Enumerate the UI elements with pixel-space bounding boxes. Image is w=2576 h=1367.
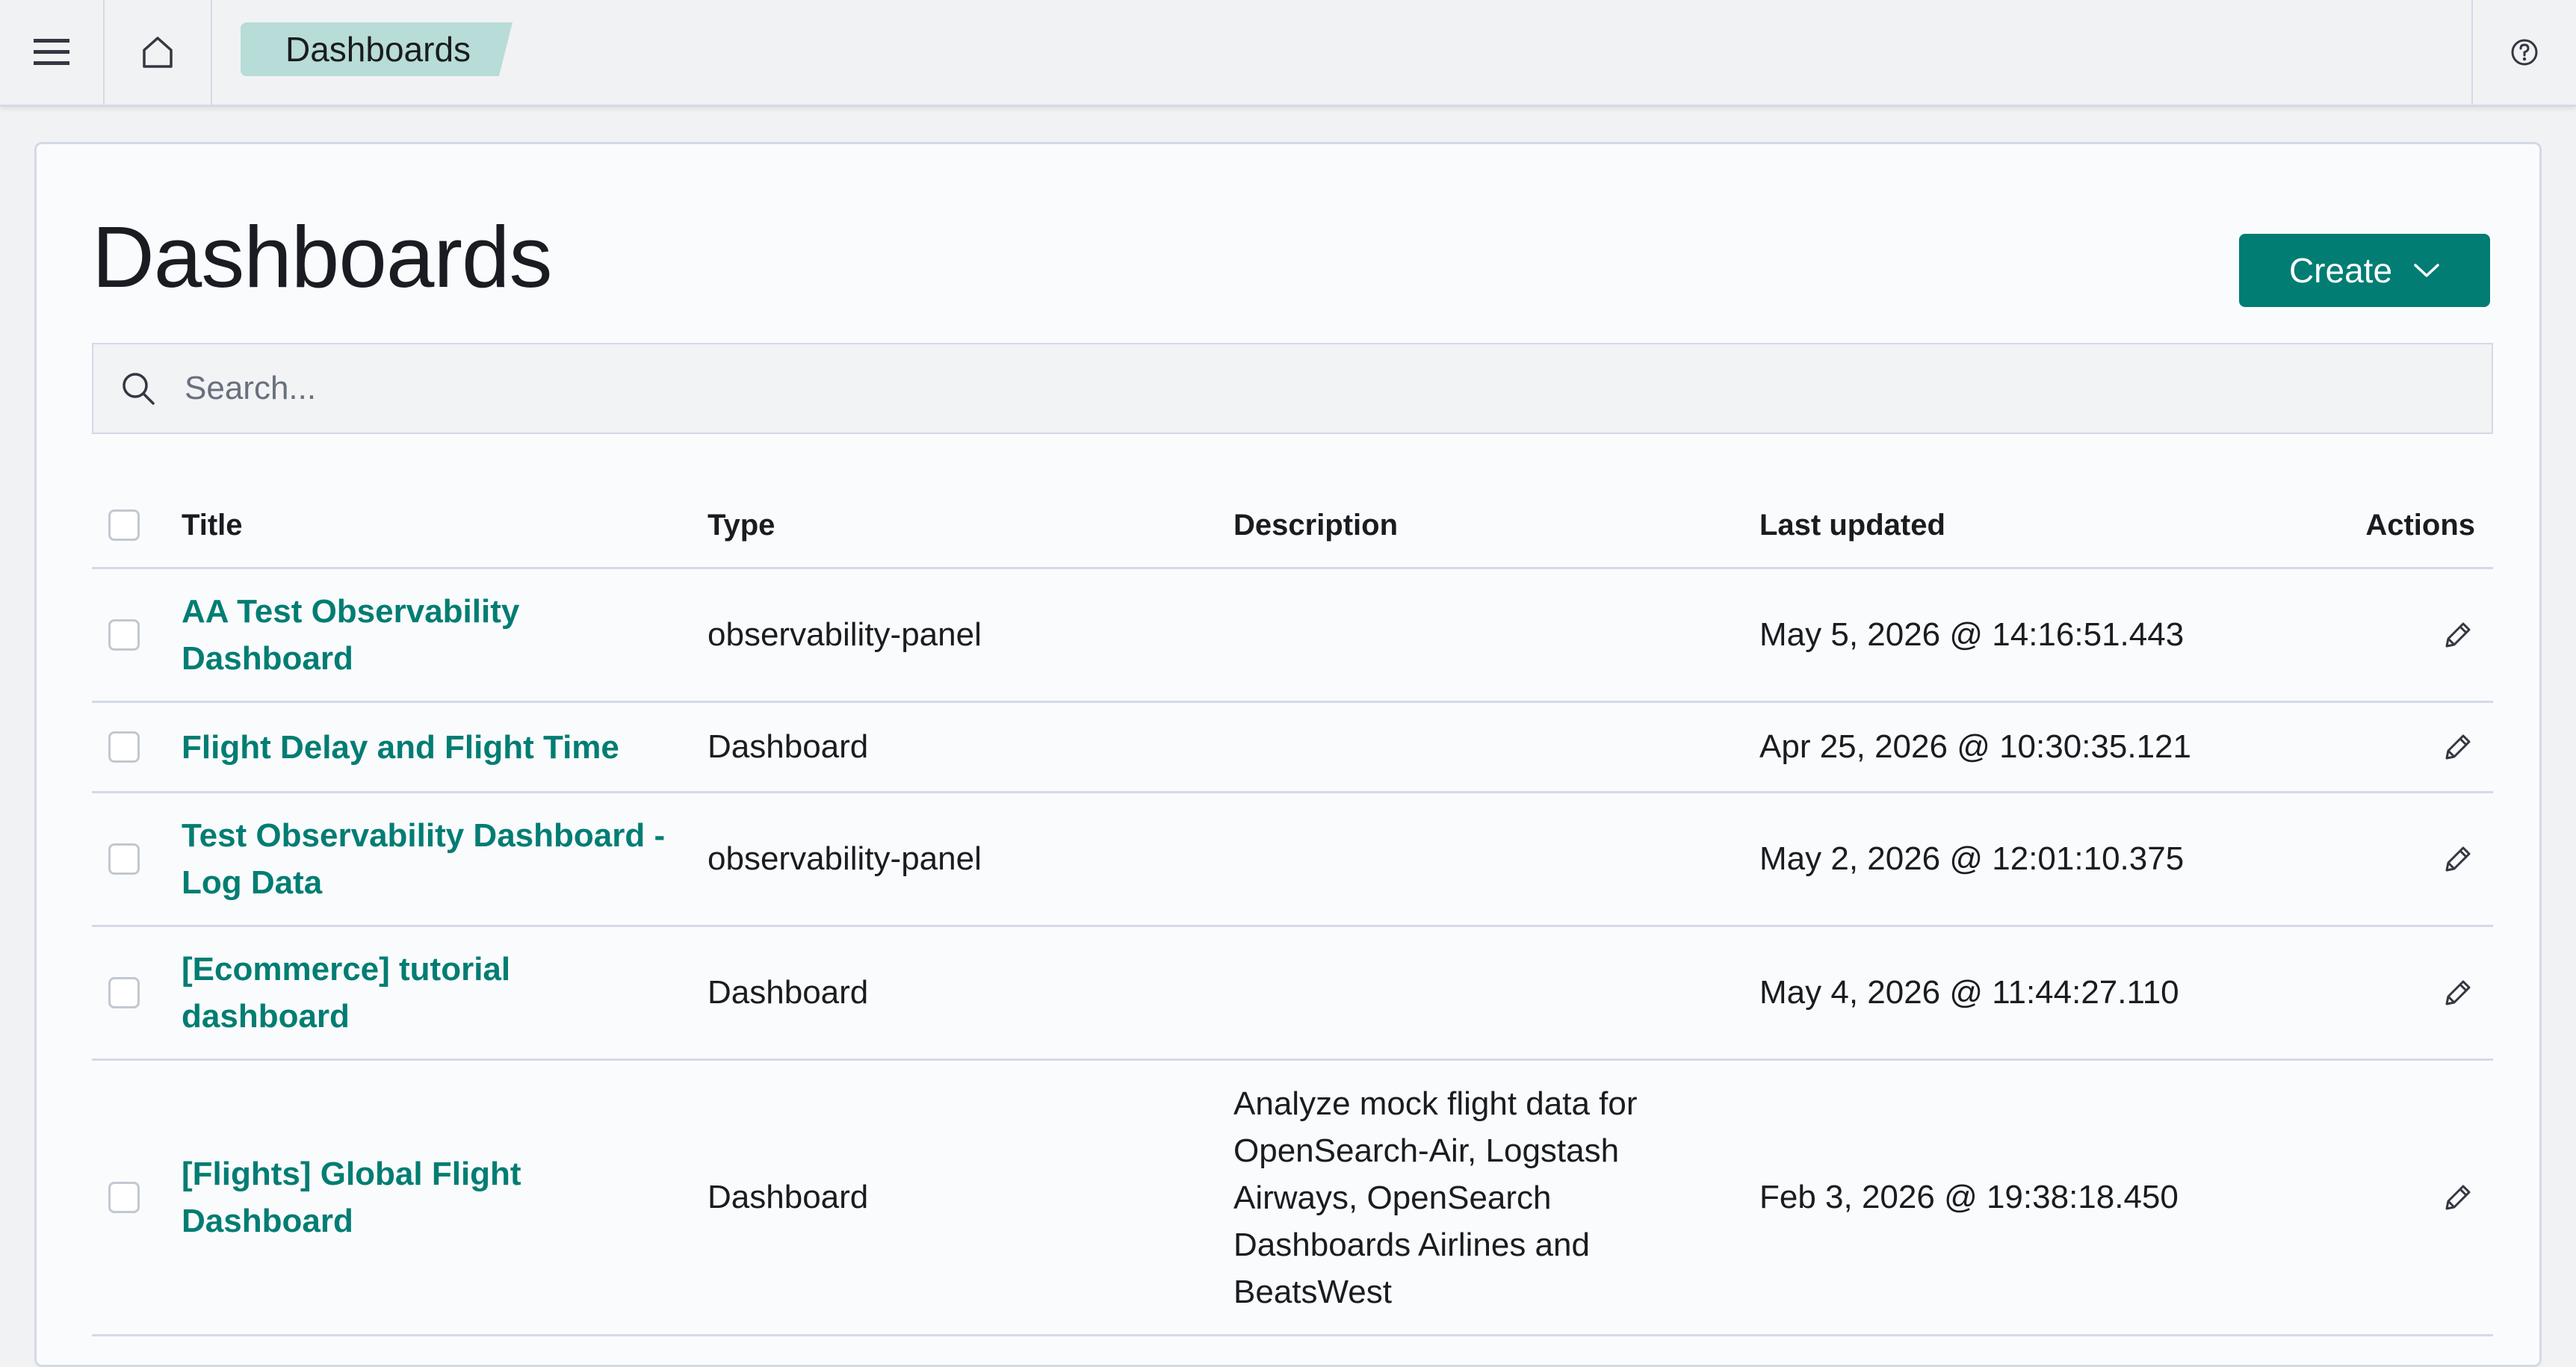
- dashboard-type: Dashboard: [708, 1179, 869, 1215]
- row-checkbox[interactable]: [108, 619, 140, 651]
- dashboard-type: observability-panel: [708, 616, 982, 653]
- row-checkbox[interactable]: [108, 977, 140, 1008]
- dashboard-title-link[interactable]: [Ecommerce] tutorial dashboard: [182, 951, 510, 1035]
- create-button[interactable]: Create: [2239, 234, 2490, 307]
- edit-icon[interactable]: [2441, 730, 2475, 764]
- dashboard-last-updated: May 5, 2026 @ 14:16:51.443: [1759, 616, 2185, 653]
- menu-icon: [34, 39, 69, 65]
- row-checkbox[interactable]: [108, 843, 140, 875]
- dashboard-title-link[interactable]: [Flights] Global Flight Dashboard: [182, 1156, 521, 1239]
- top-header: Dashboards: [0, 0, 2576, 107]
- dashboard-last-updated: Apr 25, 2026 @ 10:30:35.121: [1759, 728, 2191, 765]
- dashboard-type: observability-panel: [708, 840, 982, 877]
- help-button[interactable]: [2471, 0, 2576, 105]
- table-header: Title Type Description Last updated Acti…: [92, 483, 2493, 569]
- breadcrumb-label: Dashboards: [285, 30, 471, 69]
- page-title: Dashboards: [92, 208, 552, 306]
- dashboard-title-link[interactable]: AA Test Observability Dashboard: [182, 593, 519, 677]
- row-checkbox[interactable]: [108, 731, 140, 763]
- dashboards-table: Title Type Description Last updated Acti…: [92, 483, 2493, 1336]
- search-bar[interactable]: [92, 343, 2493, 434]
- dashboard-last-updated: Feb 3, 2026 @ 19:38:18.450: [1759, 1179, 2179, 1215]
- dashboard-description: Analyze mock flight data for OpenSearch-…: [1233, 1085, 1638, 1310]
- main-panel: Dashboards Create Title Type Description…: [34, 142, 2542, 1367]
- column-header-actions: Actions: [2365, 508, 2475, 542]
- edit-icon[interactable]: [2441, 976, 2475, 1010]
- column-header-type[interactable]: Type: [708, 509, 1233, 542]
- dashboard-type: Dashboard: [708, 974, 869, 1011]
- column-header-last-updated[interactable]: Last updated: [1759, 509, 2285, 542]
- edit-icon[interactable]: [2441, 842, 2475, 876]
- dashboard-title-link[interactable]: Test Observability Dashboard - Log Data: [182, 817, 665, 901]
- dashboard-last-updated: May 2, 2026 @ 12:01:10.375: [1759, 840, 2185, 877]
- dashboard-type: Dashboard: [708, 728, 869, 765]
- table-row: [Flights] Global Flight Dashboard Dashbo…: [92, 1061, 2493, 1336]
- row-checkbox[interactable]: [108, 1182, 140, 1213]
- table-row: Test Observability Dashboard - Log Data …: [92, 793, 2493, 927]
- table-row: Flight Delay and Flight Time Dashboard A…: [92, 703, 2493, 793]
- table-row: [Ecommerce] tutorial dashboard Dashboard…: [92, 927, 2493, 1061]
- column-header-description: Description: [1233, 508, 1399, 542]
- edit-icon[interactable]: [2441, 618, 2475, 652]
- chevron-down-icon: [2414, 264, 2439, 277]
- menu-button[interactable]: [0, 0, 105, 105]
- edit-icon[interactable]: [2441, 1180, 2475, 1215]
- dashboard-title-link[interactable]: Flight Delay and Flight Time: [182, 729, 619, 766]
- home-button[interactable]: [105, 0, 212, 105]
- help-icon: [2511, 39, 2538, 66]
- select-all-checkbox[interactable]: [108, 509, 140, 541]
- table-row: AA Test Observability Dashboard observab…: [92, 569, 2493, 703]
- breadcrumb-dashboards[interactable]: Dashboards: [241, 22, 513, 76]
- search-input[interactable]: [183, 369, 2492, 408]
- column-header-title[interactable]: Title: [182, 509, 708, 542]
- dashboard-last-updated: May 4, 2026 @ 11:44:27.110: [1759, 974, 2179, 1011]
- search-icon: [93, 369, 183, 408]
- home-icon: [143, 37, 173, 68]
- create-label: Create: [2288, 251, 2393, 290]
